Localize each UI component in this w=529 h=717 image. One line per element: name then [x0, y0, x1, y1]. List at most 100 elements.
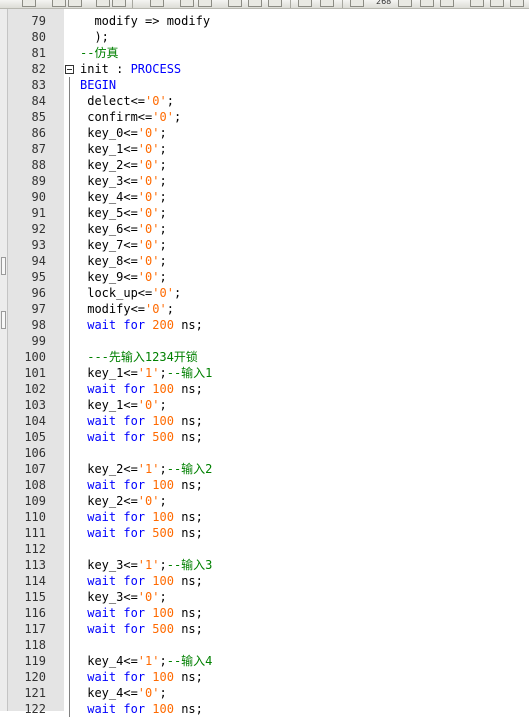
code-token: );	[80, 30, 109, 44]
code-token: '0'	[137, 238, 160, 252]
side-panel-edge[interactable]	[0, 9, 8, 711]
side-panel-handle[interactable]	[1, 257, 6, 275]
document-icon[interactable]	[490, 0, 504, 7]
code-token: 100	[152, 414, 174, 428]
bookmark-clear-icon[interactable]	[248, 0, 262, 7]
code-token: key_6<=	[80, 222, 138, 236]
code-token: ns;	[173, 622, 203, 636]
code-text: init : PROCESS	[80, 61, 181, 77]
fold-guide-line	[69, 269, 70, 285]
code-token: wait	[87, 414, 117, 428]
open-file-icon[interactable]	[52, 0, 66, 7]
fold-guide-line	[69, 221, 70, 237]
code-token: for	[123, 430, 146, 444]
view-option-icon[interactable]	[420, 0, 434, 7]
code-token: init :	[80, 62, 131, 76]
fold-toggle-icon[interactable]	[65, 65, 74, 74]
code-text: wait for 100 ns;	[80, 509, 203, 525]
code-text: );	[80, 29, 109, 45]
code-token: '1'	[137, 654, 160, 668]
document-icon[interactable]	[470, 0, 484, 7]
line-number: 107	[24, 462, 46, 476]
code-text: wait for 500 ns;	[80, 525, 203, 541]
code-token: key_2<=	[80, 494, 138, 508]
code-token: wait	[87, 510, 117, 524]
code-token: ;	[159, 206, 167, 220]
fold-guide-line	[69, 157, 70, 173]
line-number: 82	[31, 62, 46, 76]
line-number: 98	[31, 318, 46, 332]
code-token: wait	[87, 430, 117, 444]
side-panel-handle[interactable]	[1, 311, 6, 329]
bookmark-prev-icon[interactable]	[198, 0, 212, 7]
code-text: key_3<='0';	[80, 589, 167, 605]
code-text: key_4<='0';	[80, 189, 167, 205]
view-option-icon[interactable]	[440, 0, 454, 7]
code-text: wait for 100 ns;	[80, 477, 203, 493]
code-token: ns;	[173, 478, 203, 492]
code-token: '0'	[137, 398, 160, 412]
code-token: wait	[87, 574, 117, 588]
code-text: key_4<='0';	[80, 685, 167, 701]
code-token: ns;	[173, 702, 203, 716]
undo-icon[interactable]	[96, 0, 110, 7]
save-file-icon[interactable]	[68, 0, 82, 7]
fold-guide-line	[69, 685, 70, 701]
code-text: modify<='0';	[80, 301, 174, 317]
fold-guide-line	[69, 621, 70, 637]
fold-guide-line	[69, 653, 70, 669]
line-number: 85	[31, 110, 46, 124]
line-number: 99	[31, 334, 46, 348]
fold-guide-line	[69, 541, 70, 557]
attach-icon[interactable]	[298, 0, 312, 7]
code-token: wait	[87, 318, 117, 332]
bookmark-next-icon[interactable]	[180, 0, 194, 7]
line-number: 102	[24, 382, 46, 396]
fold-guide-line	[69, 493, 70, 509]
line-number: 83	[31, 78, 46, 92]
fold-guide-line	[69, 429, 70, 445]
code-token: confirm<=	[80, 110, 153, 124]
line-number: 108	[24, 478, 46, 492]
code-token: ;	[159, 238, 167, 252]
code-token: ---先输入1234开锁	[80, 350, 198, 364]
line-number: 117	[24, 622, 46, 636]
fold-guide-line	[69, 509, 70, 525]
bookmark-toggle-icon[interactable]	[228, 0, 242, 7]
code-token: '1'	[137, 558, 160, 572]
code-text: key_2<='0';	[80, 493, 167, 509]
code-token: wait	[87, 526, 117, 540]
zoom-dropdown-icon[interactable]	[398, 0, 412, 7]
tool-icon[interactable]	[320, 0, 334, 7]
line-number: 81	[31, 46, 46, 60]
bookmark-clear-all-icon[interactable]	[268, 0, 282, 7]
fold-guide-line	[69, 141, 70, 157]
spell-check-icon[interactable]	[350, 0, 364, 7]
code-text: key_5<='0';	[80, 205, 167, 221]
fold-guide-line	[69, 525, 70, 541]
line-number: 94	[31, 254, 46, 268]
code-token: ;	[159, 142, 167, 156]
fold-margin	[64, 9, 76, 717]
line-number: 118	[24, 638, 46, 652]
code-token: '0'	[145, 94, 167, 108]
code-text: key_9<='0';	[80, 269, 167, 285]
new-file-icon[interactable]	[22, 0, 36, 7]
fold-guide-line	[69, 477, 70, 493]
code-token: ;	[159, 558, 167, 572]
document-icon[interactable]	[510, 0, 524, 7]
code-token: ;	[173, 110, 182, 124]
line-number: 104	[24, 414, 46, 428]
line-number: 96	[31, 286, 46, 300]
code-token: ;	[159, 366, 167, 380]
code-text: wait for 100 ns;	[80, 669, 203, 685]
line-number: 111	[24, 526, 46, 540]
code-token: 100	[152, 382, 174, 396]
fold-guide-line	[69, 461, 70, 477]
fold-guide-line	[69, 397, 70, 413]
code-token: key_1<=	[80, 142, 138, 156]
line-number: 88	[31, 158, 46, 172]
indent-icon[interactable]	[150, 0, 164, 7]
line-number: 87	[31, 142, 46, 156]
redo-icon[interactable]	[112, 0, 126, 7]
